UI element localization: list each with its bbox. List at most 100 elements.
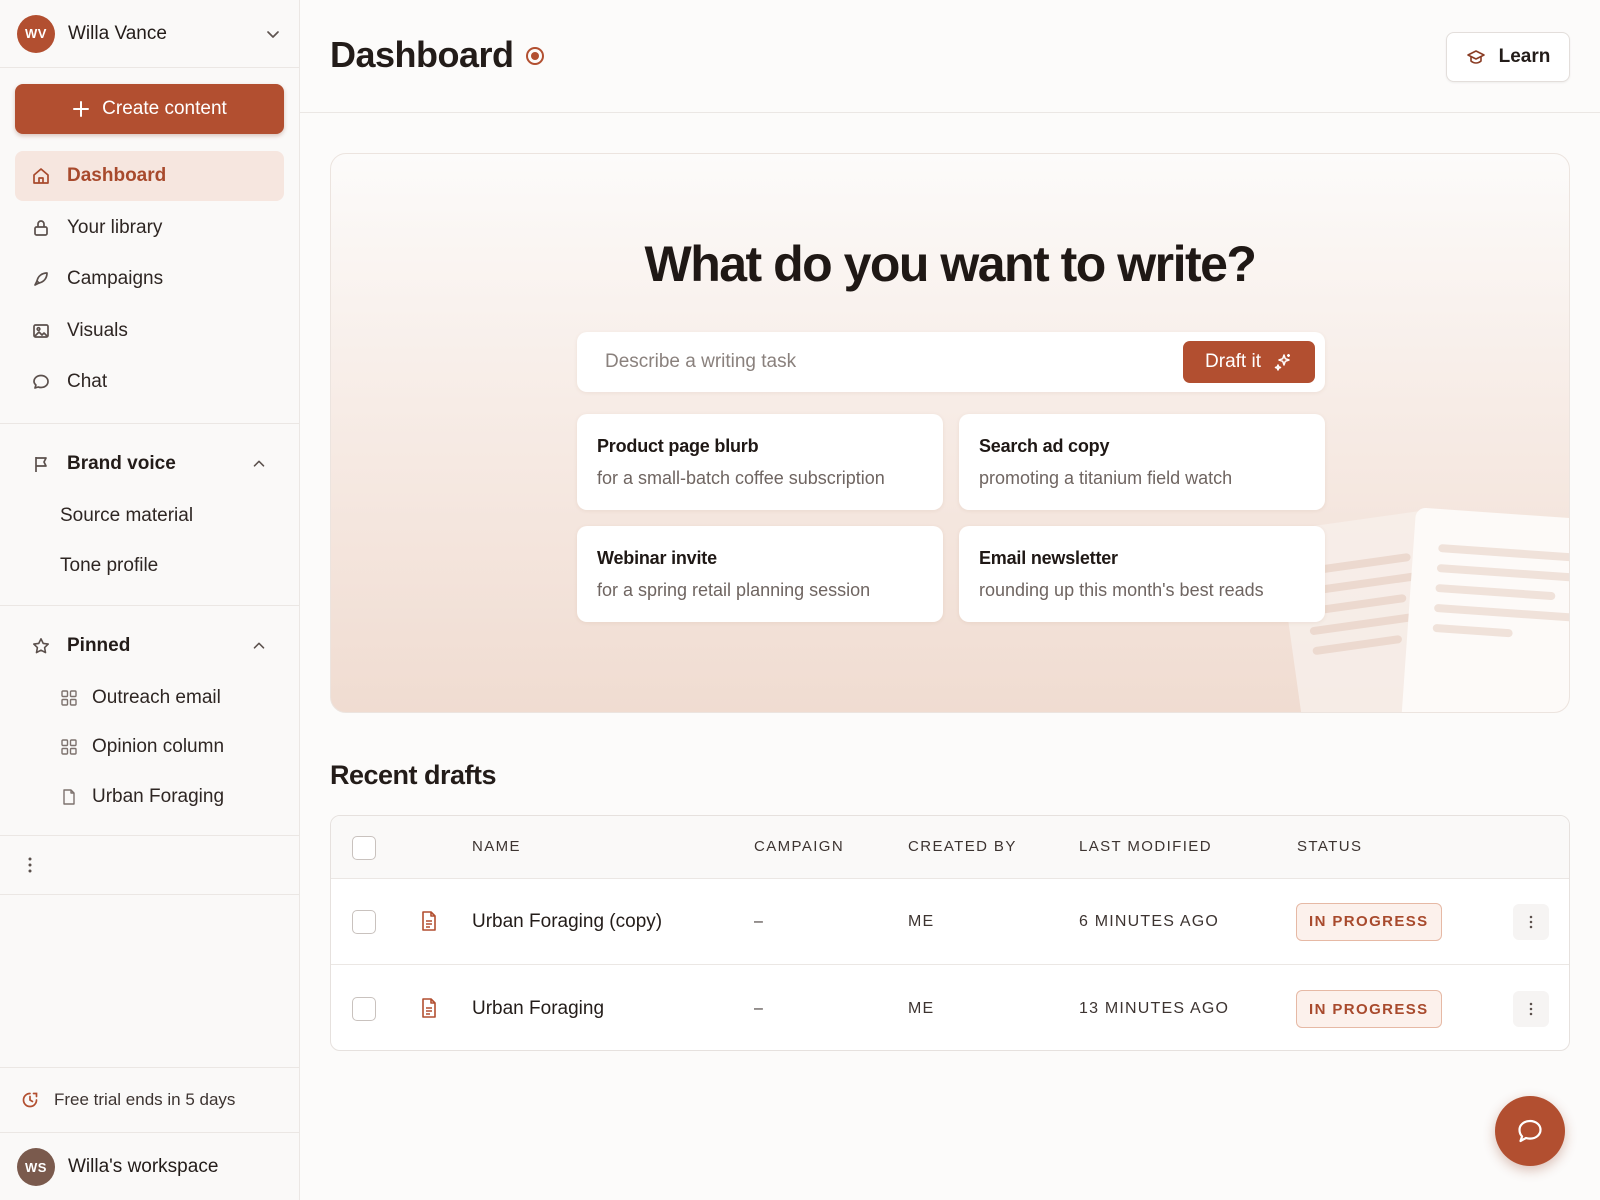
sidebar-item-source-material[interactable]: Source material	[60, 496, 193, 536]
column-header-name[interactable]: NAME	[472, 838, 521, 855]
document-icon	[422, 911, 436, 931]
idea-card-email-newsletter[interactable]: Email newsletter rounding up this month'…	[959, 526, 1325, 622]
grid-icon	[61, 690, 77, 706]
row-actions-button[interactable]	[1513, 991, 1549, 1027]
idea-subtitle: for a spring retail planning session	[597, 580, 871, 600]
brand-voice-label: Brand voice	[67, 453, 176, 474]
more-vertical-icon	[1529, 1002, 1533, 1016]
home-icon	[33, 168, 49, 184]
recent-drafts-title: Recent drafts	[330, 760, 497, 790]
idea-card-search-ad[interactable]: Search ad copy promoting a titanium fiel…	[959, 414, 1325, 510]
row-checkbox[interactable]	[352, 997, 376, 1021]
idea-title: Search ad copy	[979, 436, 1110, 456]
sidebar-divider	[0, 423, 300, 424]
page-title: Dashboard	[330, 34, 514, 75]
pinned-label: Pinned	[67, 635, 131, 656]
more-vertical-icon[interactable]	[20, 855, 40, 875]
hero-title: What do you want to write?	[644, 236, 1257, 292]
draft-campaign: –	[754, 1000, 765, 1017]
sidebar-item-label: Dashboard	[67, 165, 167, 186]
column-header-created-by[interactable]: CREATED BY	[908, 838, 1017, 855]
document-icon	[422, 998, 436, 1018]
pinned-item-opinion-column[interactable]: Opinion column	[60, 727, 224, 767]
pinned-item-urban-foraging[interactable]: Urban Foraging	[60, 777, 224, 817]
page-header: Dashboard Learn	[300, 0, 1600, 113]
sidebar-item-tone-profile[interactable]: Tone profile	[60, 546, 158, 586]
sidebar-item-chat[interactable]: Chat	[15, 357, 284, 407]
idea-card-product-blurb[interactable]: Product page blurb for a small-batch cof…	[577, 414, 943, 510]
sidebar-item-library[interactable]: Your library	[15, 203, 284, 253]
flag-icon	[35, 457, 47, 472]
create-content-button[interactable]: Create content	[15, 84, 284, 134]
brand-voice-section-toggle[interactable]: Brand voice	[15, 442, 284, 486]
pinned-section-toggle[interactable]: Pinned	[15, 624, 284, 668]
sidebar-item-dashboard[interactable]: Dashboard	[15, 151, 284, 201]
writing-task-bar: Draft it	[577, 332, 1325, 392]
sidebar-item-label: Tone profile	[60, 555, 159, 576]
table-header: NAME CAMPAIGN CREATED BY LAST MODIFIED S…	[331, 816, 1569, 879]
workspace-switcher[interactable]: WS Willa's workspace	[17, 1148, 218, 1186]
row-checkbox[interactable]	[352, 910, 376, 934]
more-vertical-icon	[1529, 915, 1533, 928]
status-badge: IN PROGRESS	[1296, 990, 1442, 1028]
plus-icon	[73, 101, 90, 117]
select-all-checkbox[interactable]	[352, 836, 376, 860]
sidebar-item-visuals[interactable]: Visuals	[15, 306, 284, 356]
sidebar-divider	[0, 835, 300, 836]
draft-last-modified: 6 MINUTES AGO	[1079, 912, 1220, 930]
draft-name[interactable]: Urban Foraging (copy)	[472, 911, 662, 933]
idea-title: Email newsletter	[979, 548, 1118, 568]
star-icon	[33, 638, 49, 654]
free-trial-notice[interactable]: Free trial ends in 5 days	[0, 1067, 300, 1133]
clock-icon	[22, 1092, 38, 1108]
pinned-item-outreach-email[interactable]: Outreach email	[60, 678, 221, 718]
column-header-status[interactable]: STATUS	[1297, 838, 1362, 855]
graduation-cap-icon	[1466, 50, 1485, 64]
trial-text: Free trial ends in 5 days	[54, 1090, 236, 1109]
rocket-icon	[34, 272, 48, 286]
sidebar-item-label: Chat	[67, 371, 108, 392]
draft-last-modified: 13 MINUTES AGO	[1079, 1000, 1230, 1017]
idea-subtitle: for a small-batch coffee subscription	[597, 468, 885, 488]
idea-title: Product page blurb	[597, 436, 759, 456]
status-dot-icon	[526, 47, 544, 65]
recent-drafts-table: NAME CAMPAIGN CREATED BY LAST MODIFIED S…	[330, 815, 1570, 1051]
sidebar-divider	[0, 605, 300, 606]
idea-card-webinar-invite[interactable]: Webinar invite for a spring retail plann…	[577, 526, 943, 622]
file-icon	[63, 789, 75, 805]
draft-it-label: Draft it	[1205, 351, 1261, 372]
table-row[interactable]: Urban Foraging (copy) – ME 6 MINUTES AGO…	[331, 879, 1569, 965]
idea-subtitle: rounding up this month's best reads	[979, 580, 1264, 600]
sparkle-icon	[1274, 354, 1290, 371]
idea-title: Webinar invite	[597, 548, 717, 568]
sidebar-item-label: Source material	[60, 505, 194, 526]
lock-icon	[34, 220, 48, 236]
chat-bubble-icon	[33, 374, 49, 389]
workspace-avatar: WS	[17, 1148, 55, 1186]
user-avatar: WV	[17, 14, 55, 53]
idea-subtitle: promoting a titanium field watch	[979, 468, 1233, 488]
account-switcher[interactable]: WV Willa Vance	[0, 0, 299, 68]
draft-it-button[interactable]: Draft it	[1183, 341, 1315, 383]
chat-support-button[interactable]	[1495, 1096, 1565, 1166]
sidebar-item-campaigns[interactable]: Campaigns	[15, 254, 284, 304]
column-header-last-modified[interactable]: LAST MODIFIED	[1079, 838, 1212, 855]
workspace-name: Willa's workspace	[68, 1156, 219, 1177]
pinned-item-label: Outreach email	[92, 687, 221, 708]
draft-created-by: ME	[908, 912, 935, 930]
draft-name[interactable]: Urban Foraging	[472, 998, 604, 1020]
draft-created-by: ME	[908, 1000, 935, 1017]
learn-button[interactable]: Learn	[1446, 32, 1570, 82]
draft-campaign: –	[754, 912, 765, 930]
chevron-up-icon	[253, 460, 265, 467]
sidebar-item-label: Your library	[67, 217, 163, 238]
pinned-item-label: Opinion column	[92, 736, 225, 757]
image-icon	[33, 324, 49, 338]
pinned-item-label: Urban Foraging	[92, 786, 225, 807]
chat-bubble-icon	[1518, 1119, 1542, 1143]
table-row[interactable]: Urban Foraging – ME 13 MINUTES AGO IN PR…	[331, 966, 1569, 1050]
writing-task-input[interactable]	[605, 351, 1183, 373]
row-actions-button[interactable]	[1513, 903, 1549, 940]
column-header-campaign[interactable]: CAMPAIGN	[754, 838, 844, 855]
chevron-down-icon	[267, 30, 279, 38]
